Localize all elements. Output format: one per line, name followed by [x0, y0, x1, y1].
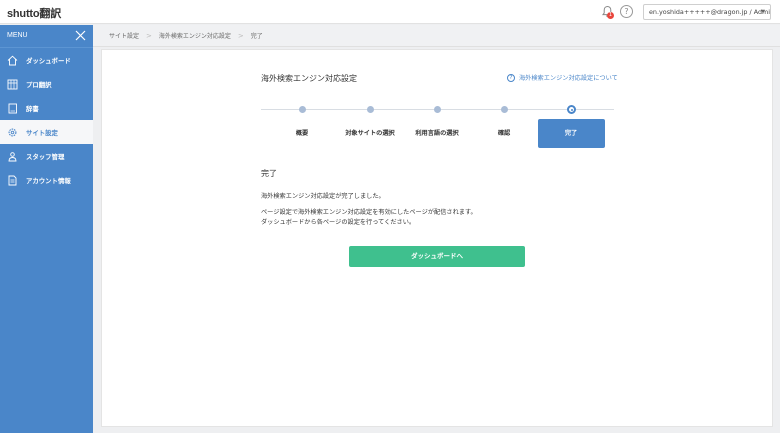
breadcrumb: サイト設定 > 海外検索エンジン対応設定 > 完了 — [93, 25, 780, 47]
info-message-line1: ページ設定で海外検索エンジン対応設定を有効にしたページが配信されます。 — [261, 209, 477, 216]
grid-icon — [6, 78, 18, 90]
breadcrumb-item-complete: 完了 — [250, 33, 263, 40]
sidebar-item-pro-translation[interactable]: プロ翻訳 — [0, 72, 93, 96]
account-label: en.yoshida+++++@dragon.jp / Admin — [649, 8, 771, 16]
sidebar: MENU ダッシュボード プロ翻訳 辞書 サイト設定 スタッフ管理 アカウント情… — [0, 25, 93, 433]
page-title: 海外検索エンジン対応設定 — [261, 74, 357, 83]
sidebar-item-staff[interactable]: スタッフ管理 — [0, 144, 93, 168]
breadcrumb-item-site-settings[interactable]: サイト設定 — [109, 31, 139, 40]
sidebar-item-label: スタッフ管理 — [26, 152, 65, 161]
document-icon — [6, 174, 18, 186]
step-dot-confirm — [501, 106, 508, 113]
help-icon[interactable]: ? — [620, 5, 633, 18]
home-icon — [6, 54, 18, 66]
sidebar-item-label: サイト設定 — [26, 128, 58, 137]
about-link[interactable]: ? 海外検索エンジン対応設定について — [507, 73, 618, 82]
about-link-label: 海外検索エンジン対応設定について — [519, 75, 618, 82]
logo-suffix: 翻訳 — [39, 8, 62, 20]
logo-brand: shutto — [7, 8, 40, 20]
menu-label: MENU — [7, 32, 28, 39]
completion-message: 海外検索エンジン対応設定が完了しました。 — [261, 193, 385, 200]
chevron-right-icon: > — [237, 31, 244, 40]
book-icon — [6, 102, 18, 114]
chevron-down-icon: ▼ — [761, 9, 765, 15]
step-dot-overview — [299, 106, 306, 113]
top-header: shutto翻訳 1 ? en.yoshida+++++@dragon.jp /… — [0, 0, 780, 24]
sidebar-item-dictionary[interactable]: 辞書 — [0, 96, 93, 120]
sidebar-item-label: アカウント情報 — [26, 176, 71, 185]
chevron-right-icon: > — [146, 31, 152, 40]
step-dot-language-select — [434, 106, 441, 113]
sidebar-item-dashboard[interactable]: ダッシュボード — [0, 48, 93, 72]
staff-icon — [6, 150, 18, 162]
notification-badge: 1 — [607, 12, 614, 19]
account-dropdown[interactable]: en.yoshida+++++@dragon.jp / Admin ▼ — [643, 4, 771, 20]
app-logo[interactable]: shutto翻訳 — [7, 5, 61, 21]
breadcrumb-item-seo-settings[interactable]: 海外検索エンジン対応設定 — [159, 31, 231, 40]
section-title: 完了 — [261, 169, 277, 178]
sidebar-item-label: ダッシュボード — [26, 56, 71, 65]
main-card: 海外検索エンジン対応設定 ? 海外検索エンジン対応設定について 概要 対象サイト… — [101, 49, 773, 427]
step-dot-site-select — [367, 106, 374, 113]
info-message-line2: ダッシュボードから各ページの設定を行ってください。 — [261, 219, 416, 226]
sidebar-item-site-settings[interactable]: サイト設定 — [0, 120, 93, 144]
help-circle-icon: ? — [507, 73, 515, 82]
sidebar-item-label: 辞書 — [26, 104, 39, 113]
gear-icon — [6, 126, 18, 138]
sidebar-item-account[interactable]: アカウント情報 — [0, 168, 93, 192]
close-icon[interactable] — [75, 30, 86, 41]
step-dot-complete — [567, 105, 576, 114]
step-label-complete: 完了 — [564, 130, 578, 137]
go-to-dashboard-button[interactable]: ダッシュボードへ — [349, 246, 525, 267]
menu-header: MENU — [0, 25, 93, 48]
sidebar-item-label: プロ翻訳 — [26, 80, 52, 89]
